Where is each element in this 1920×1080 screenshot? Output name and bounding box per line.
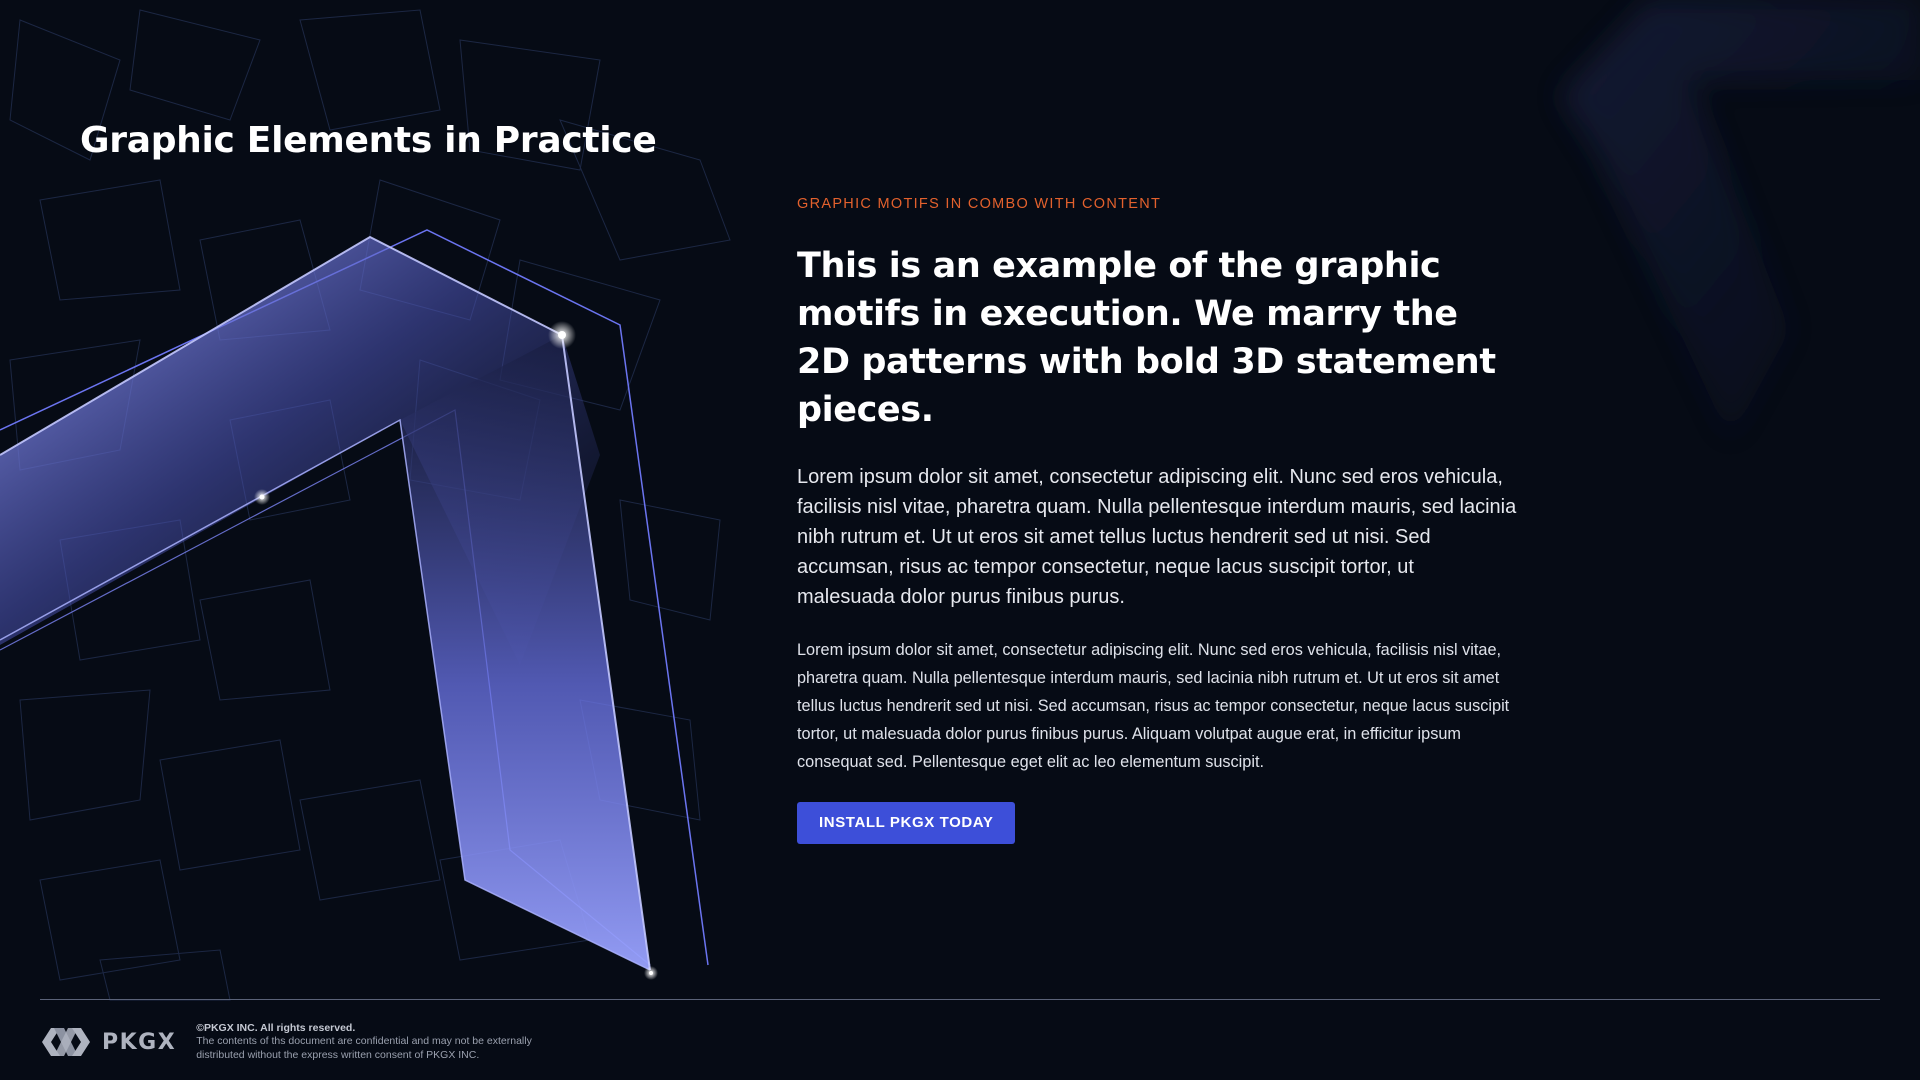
install-button[interactable]: INSTALL PKGX TODAY: [797, 802, 1016, 844]
footer-divider: [40, 999, 1880, 1000]
content-column: GRAPHIC MOTIFS IN COMBO WITH CONTENT Thi…: [797, 196, 1517, 844]
logo-wordmark: PKGX: [102, 1029, 177, 1055]
page-title: Graphic Elements in Practice: [80, 120, 657, 161]
pkgx-logo: PKGX: [40, 1026, 176, 1058]
confidentiality-text: The contents of ths document are confide…: [196, 1035, 532, 1061]
lead-paragraph: Lorem ipsum dolor sit amet, consectetur …: [797, 466, 1517, 608]
chevron-leg: [400, 335, 650, 970]
section-eyebrow: GRAPHIC MOTIFS IN COMBO WITH CONTENT: [797, 196, 1162, 212]
legal-notice: ©PKGX INC. All rights reserved. The cont…: [196, 1022, 556, 1063]
footer: PKGX ©PKGX INC. All rights reserved. The…: [40, 1020, 556, 1064]
copyright-text: ©PKGX INC. All rights reserved.: [196, 1021, 356, 1034]
headline: This is an example of the graphic motifs…: [797, 246, 1496, 430]
body-paragraph: Lorem ipsum dolor sit amet, consectetur …: [797, 641, 1510, 771]
pkgx-logo-icon: [42, 1028, 90, 1056]
ghost-chevron: [1560, 0, 1920, 440]
